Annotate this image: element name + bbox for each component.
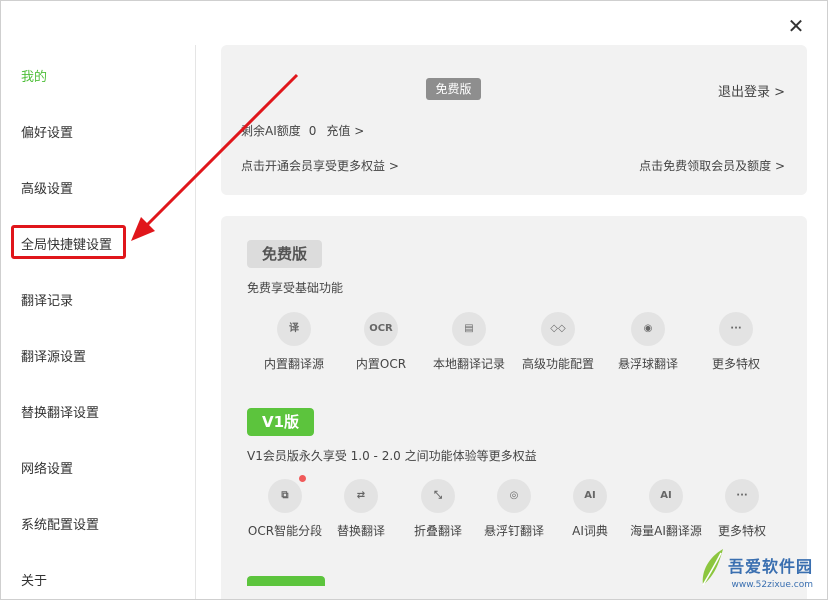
feature-label: 悬浮球翻译 (617, 357, 678, 371)
floating-ball-icon: ◉ (631, 312, 665, 346)
main-content: 免费版 退出登录 > 剩余AI额度 0 充值 > 点击开通会员享受更多权益 > 点击… (221, 45, 807, 599)
ocr-icon: OCR (364, 312, 398, 346)
sidebar-item-replace-translation[interactable]: 替换翻译设置 (21, 402, 99, 421)
recharge-link[interactable]: 充值 > (326, 124, 364, 138)
pin-translate-icon: ◎ (497, 479, 531, 513)
more-icon: ··· (719, 312, 753, 346)
feature-label: 更多特权 (711, 357, 760, 371)
quota-label: 剩余AI额度 (241, 124, 301, 138)
feature-more-v1[interactable]: ··· 更多特权 (697, 479, 787, 539)
account-card: 免费版 退出登录 > 剩余AI额度 0 充值 > 点击开通会员享受更多权益 > 点击… (221, 45, 807, 195)
watermark-title: 吾爱软件园 (727, 557, 813, 576)
free-tier-description: 免费享受基础功能 (247, 281, 344, 295)
feature-more-free[interactable]: ··· 更多特权 (691, 312, 781, 372)
history-icon: ▤ (452, 312, 486, 346)
swap-translate-icon: ⇄ (344, 479, 378, 513)
plan-badge: 免费版 (426, 78, 481, 100)
sidebar-item-system-config[interactable]: 系统配置设置 (21, 514, 99, 533)
ai-dictionary-icon: AI (573, 479, 607, 513)
sidebar-item-mine[interactable]: 我的 (21, 66, 47, 85)
sidebar-item-network[interactable]: 网络设置 (21, 458, 73, 477)
advanced-config-icon: ◇◇ (541, 312, 575, 346)
v1-tier-badge: V1版 (247, 408, 315, 436)
translate-icon: 译 (277, 312, 311, 346)
next-tier-badge (247, 576, 325, 586)
sidebar-item-about[interactable]: 关于 (21, 570, 47, 589)
feature-label: 高级功能配置 (521, 357, 594, 371)
logout-link[interactable]: 退出登录 > (718, 81, 785, 100)
new-dot (299, 475, 306, 482)
watermark: 吾爱软件园 www.52zixue.com (702, 533, 821, 595)
sidebar-item-advanced[interactable]: 高级设置 (21, 178, 73, 197)
close-button[interactable]: ✕ (785, 15, 807, 37)
settings-window: ✕ 我的 偏好设置 高级设置 全局快捷键设置 翻译记录 翻译源设置 替换翻译设置… (0, 0, 828, 600)
watermark-url: www.52zixue.com (731, 580, 813, 590)
fold-translate-icon: ⤡ (421, 479, 455, 513)
v1-tier-description: V1会员版永久享受 1.0 - 2.0 之间功能体验等更多权益 (247, 449, 537, 463)
feature-builtin-ocr[interactable]: OCR 内置OCR (336, 312, 426, 372)
feature-label: 本地翻译记录 (432, 357, 505, 371)
more-icon: ··· (725, 479, 759, 513)
ocr-segment-icon: ⧉ (268, 475, 306, 513)
close-icon: ✕ (787, 14, 805, 38)
sidebar: 我的 偏好设置 高级设置 全局快捷键设置 翻译记录 翻译源设置 替换翻译设置 网… (1, 45, 196, 599)
ai-source-icon: AI (649, 479, 683, 513)
feature-advanced-config[interactable]: ◇◇ 高级功能配置 (513, 312, 603, 372)
highlight-annotation-box (11, 225, 126, 259)
leaf-logo-icon (702, 549, 723, 586)
free-vip-link[interactable]: 点击免费领取会员及额度 > (639, 157, 785, 174)
open-vip-link[interactable]: 点击开通会员享受更多权益 > (241, 157, 399, 174)
free-tier-badge: 免费版 (247, 240, 323, 268)
feature-label: 内置翻译源 (263, 357, 324, 371)
quota-value: 0 (308, 124, 317, 138)
feature-label: 内置OCR (355, 357, 407, 371)
feature-builtin-source[interactable]: 译 内置翻译源 (249, 312, 339, 372)
feature-floating-ball[interactable]: ◉ 悬浮球翻译 (603, 312, 693, 372)
ai-quota: 剩余AI额度 0 充值 > (241, 122, 364, 139)
feature-local-history[interactable]: ▤ 本地翻译记录 (424, 312, 514, 372)
sidebar-item-translation-history[interactable]: 翻译记录 (21, 290, 73, 309)
sidebar-item-translation-source[interactable]: 翻译源设置 (21, 346, 86, 365)
sidebar-item-preferences[interactable]: 偏好设置 (21, 122, 73, 141)
